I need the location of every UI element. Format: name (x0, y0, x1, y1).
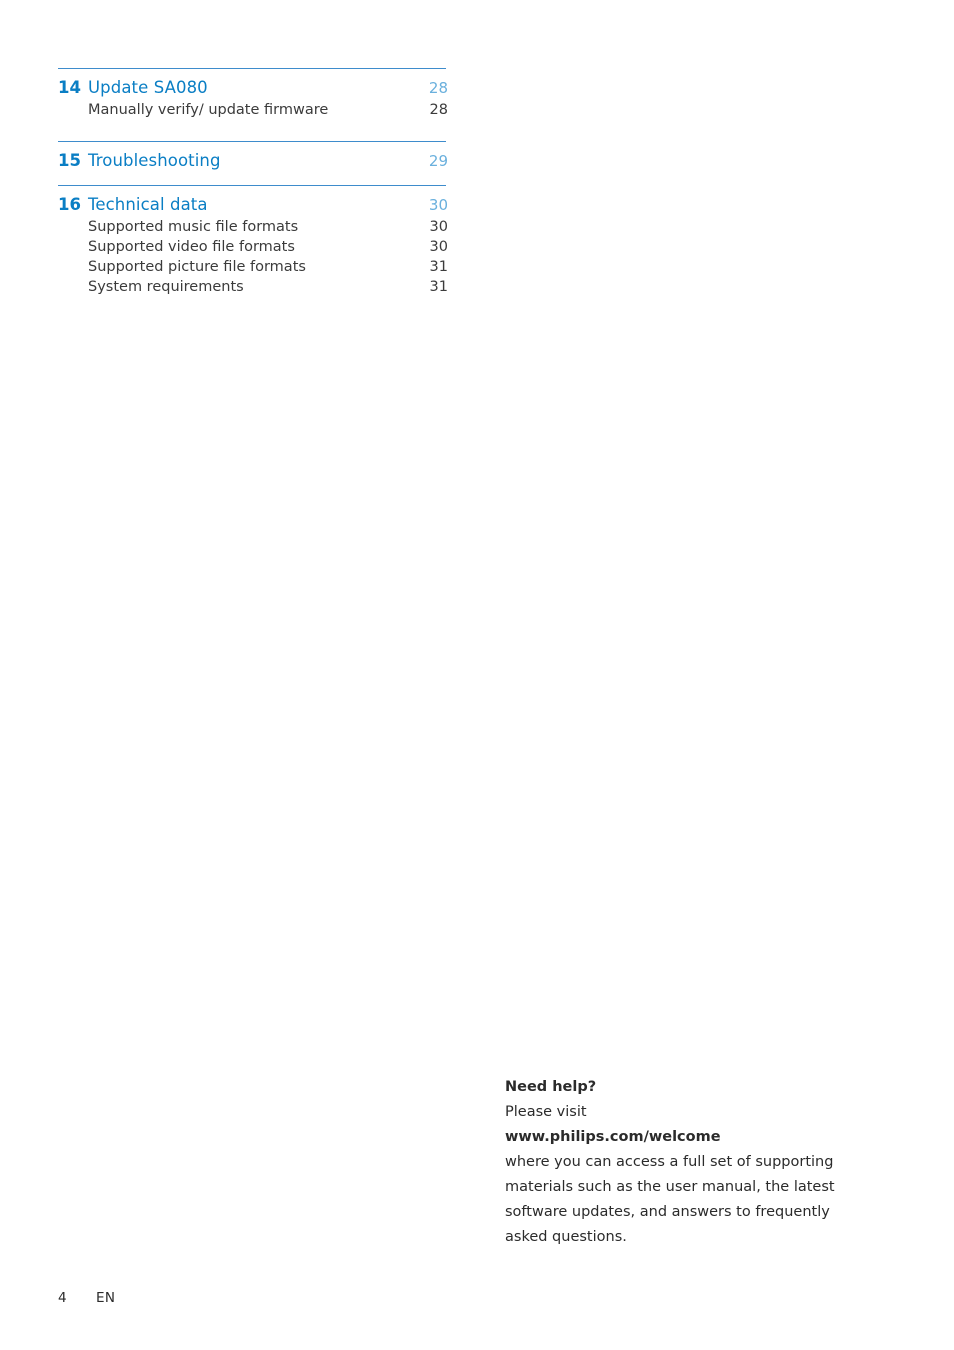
toc-chapter-title: Update SA080 (88, 78, 208, 97)
table-of-contents: 14 Update SA080 28 Manually verify/ upda… (58, 68, 448, 296)
footer-language-code: EN (96, 1290, 116, 1306)
toc-chapter-14[interactable]: 14 Update SA080 28 (58, 69, 448, 99)
need-help-body-line-3: software updates, and answers to frequen… (505, 1204, 830, 1220)
need-help-heading: Need help? (505, 1079, 597, 1095)
toc-chapter-page: 28 (428, 79, 448, 97)
toc-entry[interactable]: System requirements 31 (58, 276, 448, 296)
toc-entry-title: Manually verify/ update firmware (88, 102, 329, 118)
footer-page-number: 4 (58, 1290, 67, 1306)
toc-chapter-number: 14 (58, 78, 81, 97)
toc-entry-page: 30 (429, 239, 448, 255)
page-footer: 4 EN (58, 1290, 115, 1306)
toc-chapter-title: Technical data (88, 195, 208, 214)
toc-chapter-page: 30 (428, 196, 448, 214)
toc-entry-title: Supported music file formats (88, 219, 299, 235)
toc-entry-page: 31 (429, 259, 448, 275)
toc-group-15: 15 Troubleshooting 29 (58, 141, 448, 172)
need-help-body-line-1: where you can access a full set of suppo… (505, 1154, 834, 1170)
need-help-body-line-4: asked questions. (505, 1229, 627, 1245)
toc-group-14: 14 Update SA080 28 Manually verify/ upda… (58, 68, 448, 119)
toc-spacer (58, 119, 448, 141)
toc-group-16: 16 Technical data 30 Supported music fil… (58, 185, 448, 296)
toc-entry[interactable]: Supported music file formats 30 (58, 216, 448, 236)
toc-entry-page: 28 (429, 102, 448, 118)
need-help-block: Need help? Please visit www.philips.com/… (505, 1075, 895, 1250)
toc-entry-page: 30 (429, 219, 448, 235)
toc-entry-title: Supported video file formats (88, 239, 295, 255)
philips-welcome-url[interactable]: www.philips.com/welcome (505, 1125, 895, 1150)
toc-entry-page: 31 (429, 279, 448, 295)
toc-chapter-number: 16 (58, 195, 81, 214)
toc-entry[interactable]: Supported video file formats 30 (58, 236, 448, 256)
need-help-body-line-2: materials such as the user manual, the l… (505, 1179, 835, 1195)
toc-entry[interactable]: Manually verify/ update firmware 28 (58, 99, 448, 119)
toc-chapter-title: Troubleshooting (88, 151, 221, 170)
toc-chapter-15[interactable]: 15 Troubleshooting 29 (58, 142, 448, 172)
toc-chapter-number: 15 (58, 151, 81, 170)
toc-spacer (58, 172, 448, 185)
toc-entry[interactable]: Supported picture file formats 31 (58, 256, 448, 276)
toc-entry-title: Supported picture file formats (88, 259, 306, 275)
need-help-please-visit: Please visit (505, 1104, 587, 1120)
page: 14 Update SA080 28 Manually verify/ upda… (0, 0, 954, 1350)
toc-chapter-16[interactable]: 16 Technical data 30 (58, 186, 448, 216)
toc-chapter-page: 29 (428, 152, 448, 170)
toc-entry-title: System requirements (88, 279, 244, 295)
